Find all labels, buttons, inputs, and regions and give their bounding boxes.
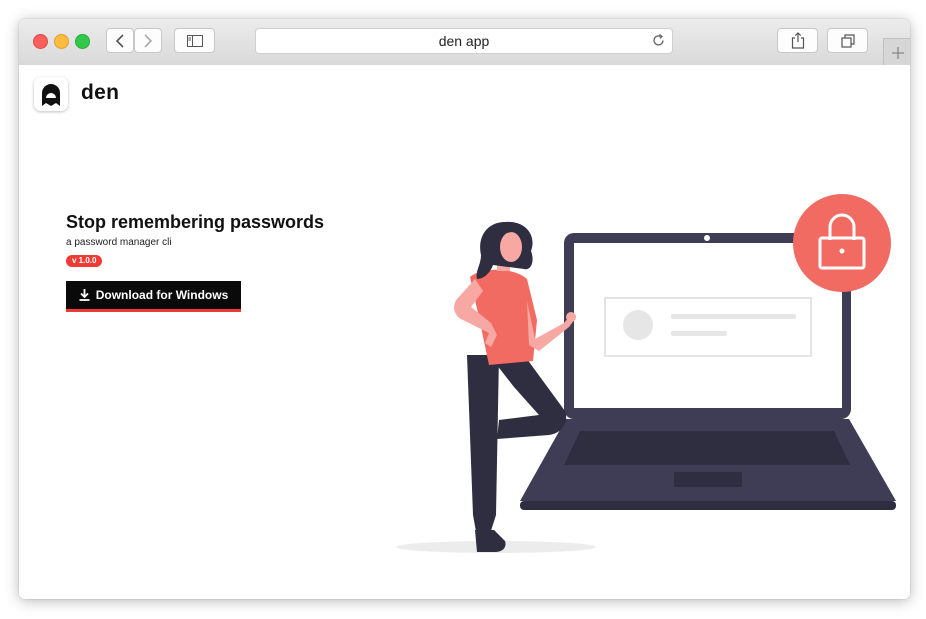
address-bar[interactable]: den app	[255, 28, 673, 54]
tabs-icon	[840, 33, 855, 48]
page-content: den Stop remembering passwords a passwor…	[19, 65, 910, 599]
back-button[interactable]	[106, 28, 134, 53]
lock-badge-illustration	[793, 194, 891, 292]
zoom-window-button[interactable]	[75, 34, 90, 49]
reload-icon	[653, 33, 664, 46]
sidebar-button[interactable]	[174, 28, 215, 53]
close-window-button[interactable]	[33, 34, 48, 49]
forward-button[interactable]	[134, 28, 162, 53]
plus-icon	[891, 47, 904, 59]
share-button[interactable]	[777, 28, 818, 53]
forward-icon	[144, 33, 153, 48]
browser-toolbar: den app	[19, 19, 910, 66]
share-icon	[791, 32, 804, 49]
new-tab-button[interactable]	[883, 38, 910, 67]
minimize-window-button[interactable]	[54, 34, 69, 49]
sidebar-icon	[186, 34, 203, 47]
tabs-overview-button[interactable]	[827, 28, 868, 53]
back-icon	[115, 33, 124, 48]
reload-button[interactable]	[651, 33, 666, 51]
hero-illustration	[396, 194, 896, 553]
address-text: den app	[438, 33, 490, 49]
browser-window: den app den Stop remembering passwords a…	[19, 19, 910, 599]
